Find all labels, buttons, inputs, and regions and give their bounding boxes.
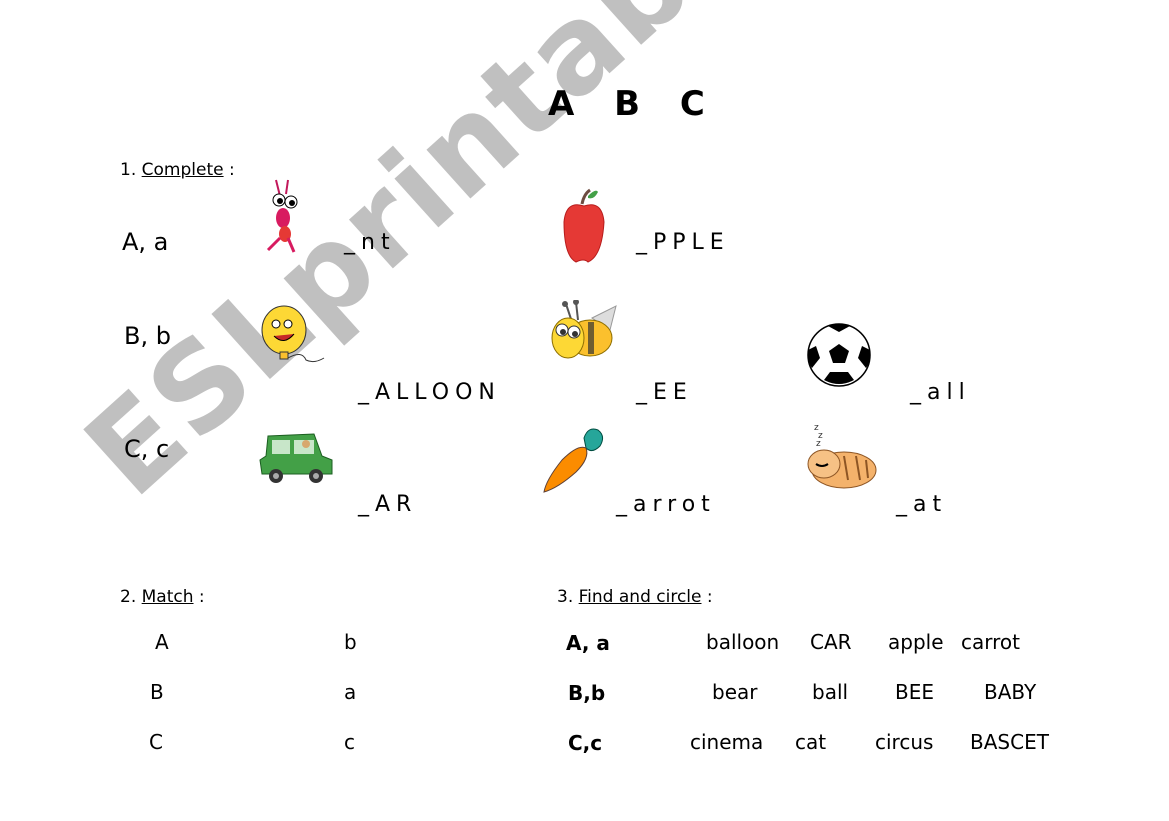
- cat-icon: z z z: [807, 423, 877, 489]
- find-row-c-letter: C,c: [568, 731, 603, 755]
- balloon-icon: [261, 305, 325, 363]
- row-a-letter: A, a: [122, 228, 169, 256]
- ball-icon: [807, 323, 871, 387]
- match-right-item[interactable]: a: [344, 680, 356, 704]
- blank-cat: _at: [896, 492, 948, 517]
- find-word[interactable]: BEE: [895, 680, 934, 704]
- find-row-b-letter: B,b: [568, 681, 606, 705]
- section3-heading: 3. Find and circle :: [557, 587, 713, 607]
- blank-balloon: _ALLOON: [358, 380, 501, 405]
- blank-carrot: _arrot: [616, 492, 716, 517]
- find-word[interactable]: circus: [875, 730, 933, 754]
- blank-ball: _all: [910, 380, 971, 405]
- find-word[interactable]: BABY: [984, 680, 1036, 704]
- section3-label: Find and circle: [578, 587, 702, 607]
- find-word[interactable]: apple: [888, 630, 944, 654]
- section1-number: 1.: [120, 160, 137, 180]
- find-word[interactable]: CAR: [810, 630, 852, 654]
- ant-icon: [266, 179, 298, 253]
- car-icon: [259, 433, 333, 483]
- find-word[interactable]: balloon: [706, 630, 779, 654]
- find-row-a-letter: A, a: [566, 631, 610, 655]
- match-left-item[interactable]: B: [150, 680, 164, 704]
- section2-colon: :: [198, 587, 205, 607]
- carrot-icon: [543, 428, 604, 493]
- blank-ant: _nt: [344, 230, 396, 255]
- find-word[interactable]: cinema: [690, 730, 763, 754]
- page-title: A B C: [548, 84, 719, 124]
- find-word[interactable]: ball: [812, 680, 848, 704]
- find-word[interactable]: cat: [795, 730, 826, 754]
- section2-heading: 2. Match :: [120, 587, 205, 607]
- row-b-letter: B, b: [124, 322, 171, 350]
- find-word[interactable]: carrot: [961, 630, 1020, 654]
- match-right-item[interactable]: c: [344, 730, 355, 754]
- bee-icon: [551, 300, 617, 359]
- blank-apple: _PPLE: [636, 230, 730, 255]
- find-word[interactable]: bear: [712, 680, 757, 704]
- section2-number: 2.: [120, 587, 137, 607]
- svg-text:z: z: [816, 439, 821, 449]
- match-left-item[interactable]: C: [149, 730, 163, 754]
- section2-label: Match: [141, 587, 194, 607]
- section3-colon: :: [706, 587, 713, 607]
- section1-label: Complete: [141, 160, 224, 180]
- apple-icon: [563, 188, 605, 263]
- blank-bee: _EE: [636, 380, 693, 405]
- row-c-letter: C, c: [124, 435, 170, 463]
- match-left-item[interactable]: A: [155, 630, 169, 654]
- section3-number: 3.: [557, 587, 574, 607]
- section1-heading: 1. Complete :: [120, 160, 235, 180]
- match-right-item[interactable]: b: [344, 630, 357, 654]
- blank-car: _AR: [358, 492, 418, 517]
- section1-colon: :: [228, 160, 235, 180]
- find-word[interactable]: BASCET: [970, 730, 1049, 754]
